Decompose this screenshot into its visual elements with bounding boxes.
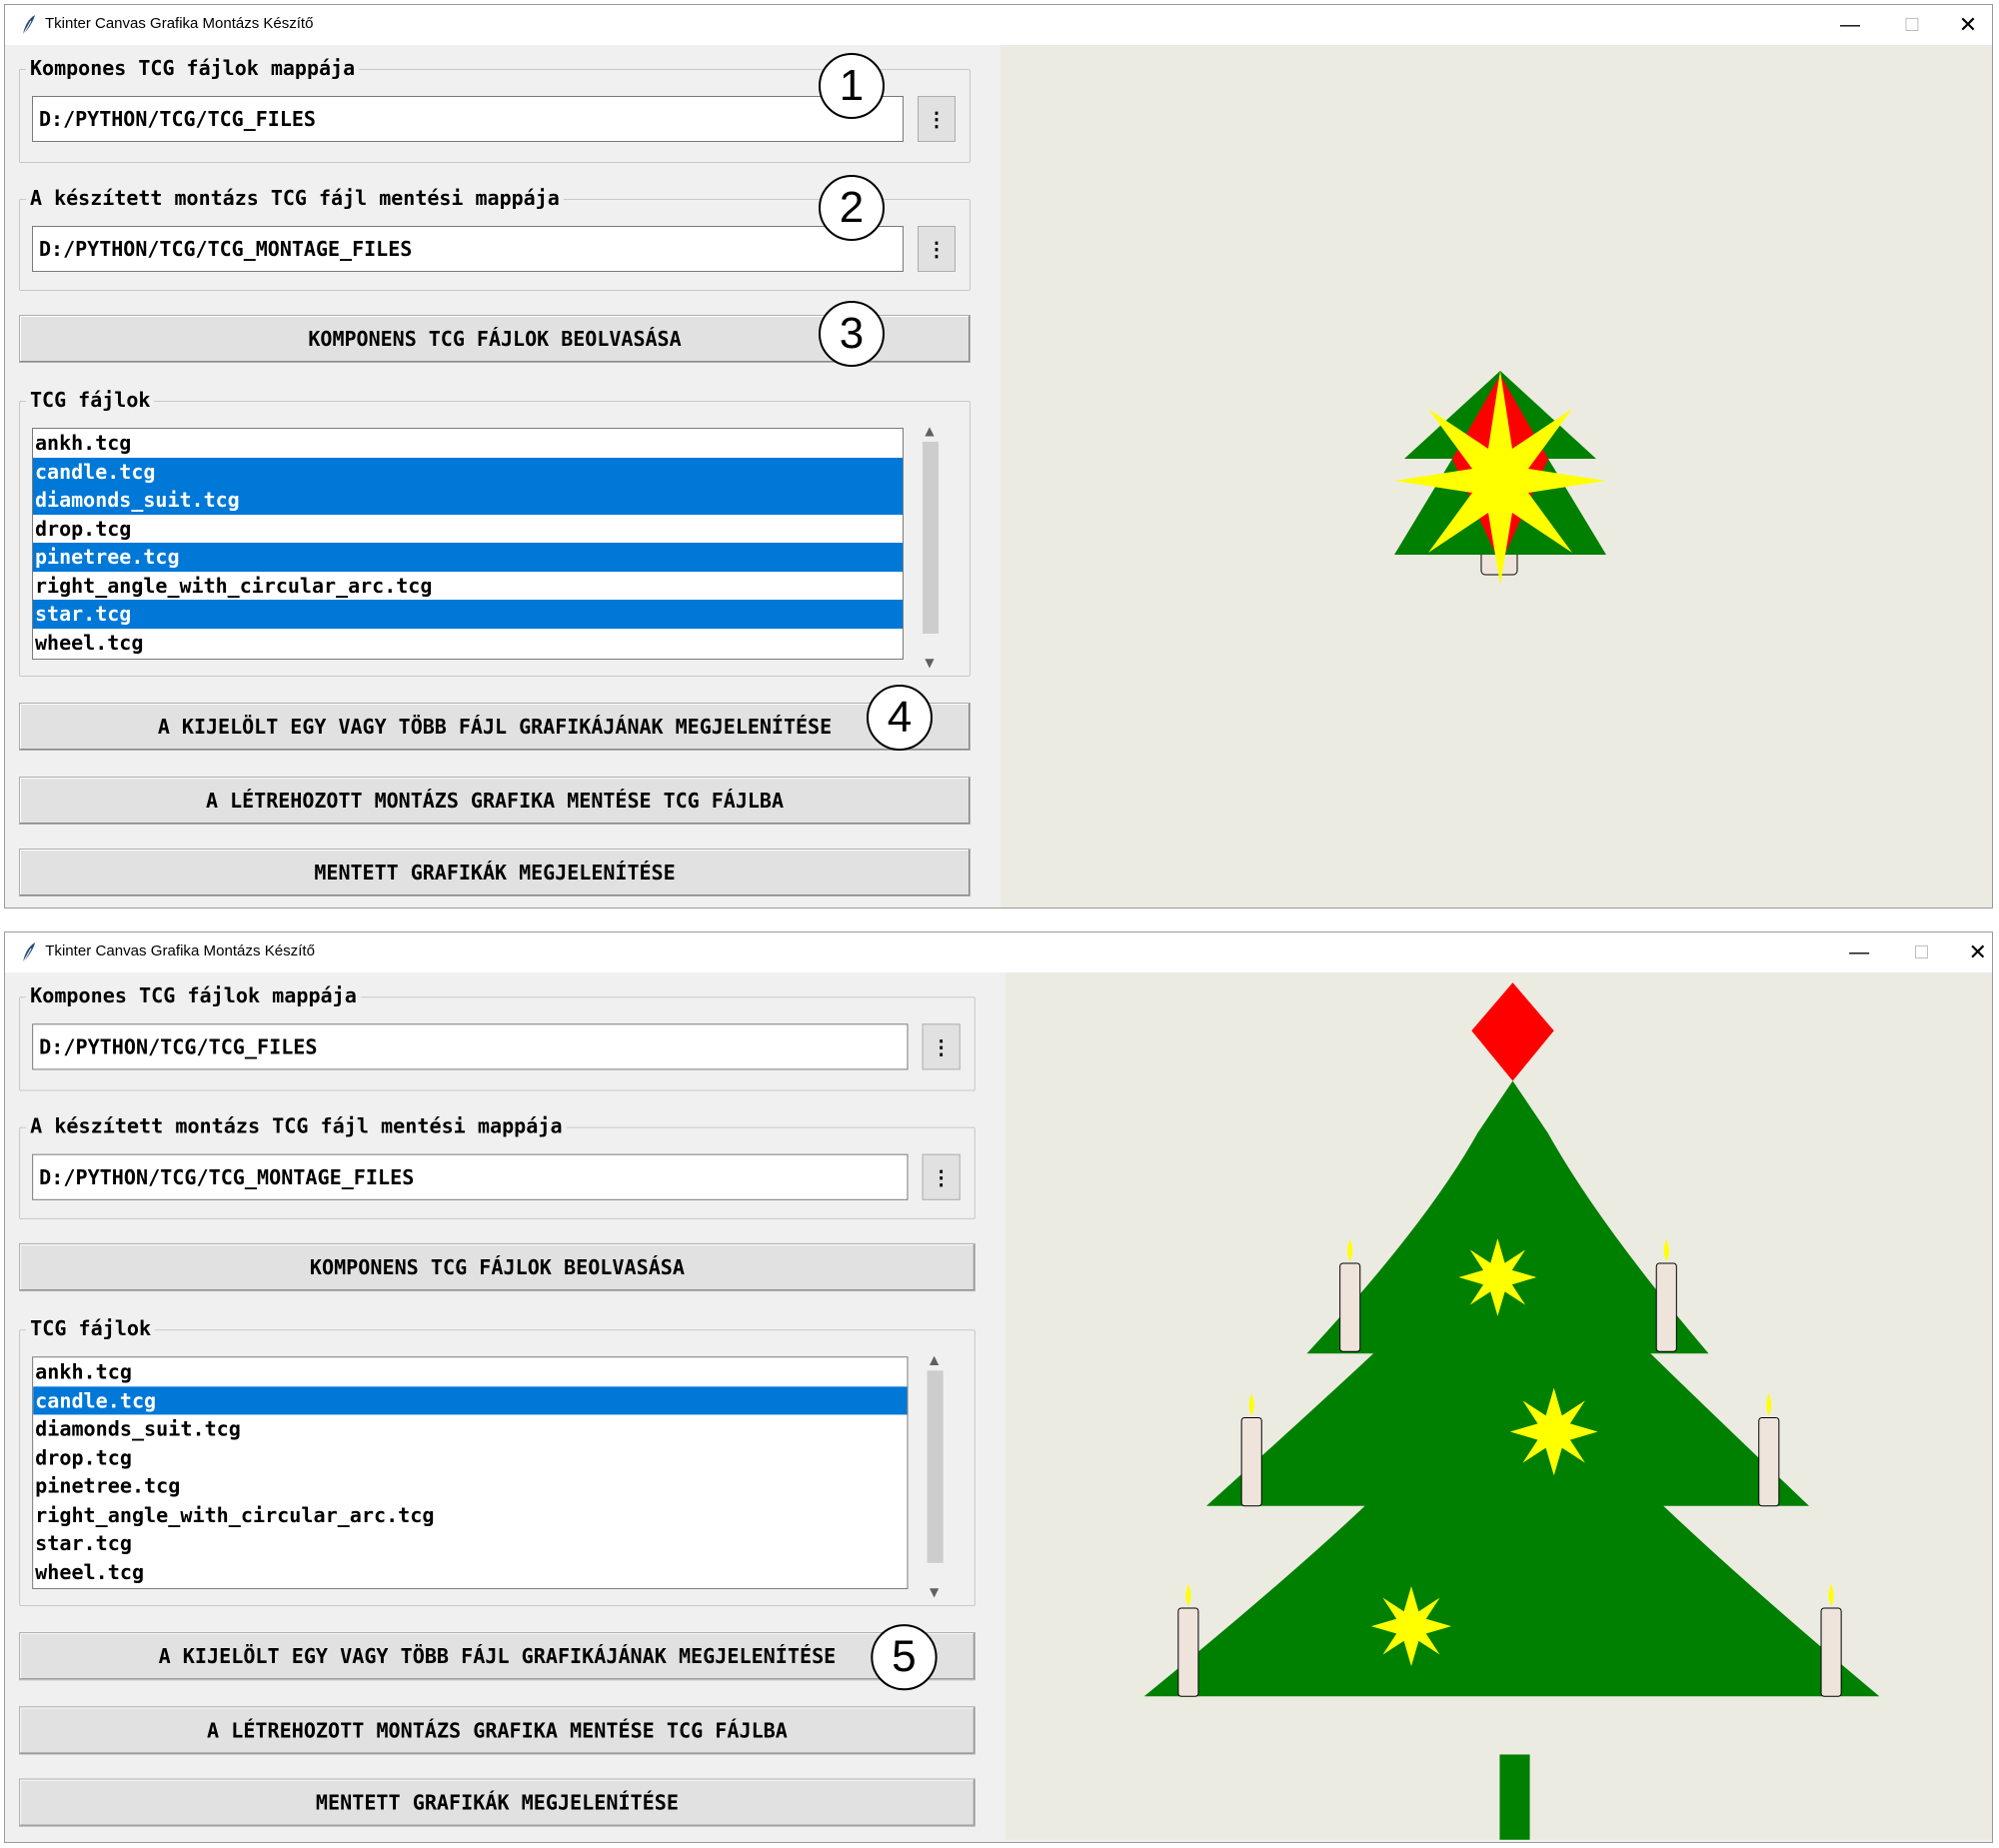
candle-shape <box>1820 1583 1842 1697</box>
browse-save-folder-button[interactable]: ⋮ <box>918 226 956 272</box>
tree-trunk <box>1499 1754 1530 1840</box>
file-listbox[interactable]: ankh.tcg candle.tcg diamonds_suit.tcg dr… <box>32 428 904 660</box>
show-selected-button[interactable]: A KIJELÖLT EGY VAGY TÖBB FÁJL GRAFIKÁJÁN… <box>19 703 971 751</box>
show-saved-button[interactable]: MENTETT GRAFIKÁK MEGJELENÍTÉSE <box>19 1778 976 1827</box>
list-scrollbar[interactable]: ▲ ▼ <box>925 1350 945 1601</box>
list-item[interactable]: star.tcg <box>33 1529 907 1558</box>
diamond-shape <box>1471 982 1554 1081</box>
show-saved-button[interactable]: MENTETT GRAFIKÁK MEGJELENÍTÉSE <box>19 849 971 897</box>
star-shape <box>1370 1586 1452 1667</box>
callout-5: 5 <box>871 1624 938 1691</box>
list-item[interactable]: right_angle_with_circular_arc.tcg <box>33 572 903 601</box>
callout-3: 3 <box>819 301 885 367</box>
component-folder-label: Kompones TCG fájlok mappája <box>26 56 360 80</box>
save-folder-frame: A készített montázs TCG fájl mentési map… <box>19 1113 976 1219</box>
list-scrollbar[interactable]: ▲ ▼ <box>920 422 940 672</box>
browse-save-folder-button[interactable]: ⋮ <box>922 1153 961 1200</box>
feather-icon <box>22 15 35 36</box>
chevron-up-icon[interactable]: ▲ <box>920 422 940 440</box>
list-item[interactable]: diamonds_suit.tcg <box>33 1414 907 1443</box>
list-item[interactable]: candle.tcg <box>33 457 903 486</box>
title-bar: Tkinter Canvas Grafika Montázs Készítő —… <box>5 5 1992 45</box>
close-button[interactable]: ✕ <box>1950 932 1992 972</box>
show-selected-button[interactable]: A KIJELÖLT EGY VAGY TÖBB FÁJL GRAFIKÁJÁN… <box>19 1632 976 1681</box>
component-folder-input[interactable]: D:/PYTHON/TCG/TCG_FILES <box>32 1023 909 1070</box>
save-folder-input[interactable]: D:/PYTHON/TCG/TCG_MONTAGE_FILES <box>32 226 904 272</box>
window-title: Tkinter Canvas Grafika Montázs Készítő <box>45 15 314 32</box>
candle-shape <box>1655 1238 1677 1352</box>
file-list-frame: TCG fájlok ankh.tcg candle.tcg diamonds_… <box>19 388 971 677</box>
chevron-up-icon[interactable]: ▲ <box>925 1350 945 1368</box>
list-item[interactable]: wheel.tcg <box>33 1557 907 1586</box>
callout-4: 4 <box>867 685 933 751</box>
browse-component-folder-button[interactable]: ⋮ <box>918 96 956 142</box>
montage-graphic <box>1143 982 1880 1840</box>
file-list-label: TCG fájlok <box>26 1316 156 1341</box>
close-button[interactable]: ✕ <box>1940 5 1992 45</box>
callout-1: 1 <box>819 53 885 119</box>
graphics-canvas[interactable] <box>1000 45 1992 908</box>
candle-shape <box>1177 1583 1199 1697</box>
star-shape <box>1458 1238 1537 1316</box>
list-item[interactable]: pinetree.tcg <box>33 1472 907 1501</box>
callout-2: 2 <box>819 175 885 241</box>
save-folder-label: A készített montázs TCG fájl mentési map… <box>26 186 564 210</box>
chevron-down-icon[interactable]: ▼ <box>920 654 940 672</box>
list-item[interactable]: star.tcg <box>33 600 903 629</box>
vertical-dots-icon: ⋮ <box>931 1034 952 1059</box>
file-list-frame: TCG fájlok ankh.tcg candle.tcg diamonds_… <box>19 1316 976 1607</box>
save-folder-label: A készített montázs TCG fájl mentési map… <box>26 1113 567 1138</box>
component-folder-frame: Kompones TCG fájlok mappája D:/PYTHON/TC… <box>19 983 976 1091</box>
app-window-1: Tkinter Canvas Grafika Montázs Készítő —… <box>4 4 1993 909</box>
save-montage-button[interactable]: A LÉTREHOZOTT MONTÁZS GRAFIKA MENTÉSE TC… <box>19 777 971 825</box>
maximize-button[interactable]: ☐ <box>1893 932 1949 972</box>
list-item[interactable]: ankh.tcg <box>33 429 903 458</box>
window-title: Tkinter Canvas Grafika Montázs Készítő <box>45 942 315 960</box>
save-folder-input[interactable]: D:/PYTHON/TCG/TCG_MONTAGE_FILES <box>32 1153 909 1200</box>
star-shape <box>1509 1387 1598 1476</box>
list-item[interactable]: right_angle_with_circular_arc.tcg <box>33 1500 907 1529</box>
maximize-button[interactable]: ☐ <box>1884 5 1940 45</box>
vertical-dots-icon: ⋮ <box>927 237 947 261</box>
candle-shape <box>1240 1393 1262 1507</box>
candle-shape <box>1339 1238 1361 1352</box>
minimize-button[interactable]: — <box>1831 932 1887 972</box>
list-item[interactable]: drop.tcg <box>33 515 903 544</box>
component-folder-label: Kompones TCG fájlok mappája <box>26 983 361 1008</box>
vertical-dots-icon: ⋮ <box>931 1164 952 1189</box>
candle-shape <box>1758 1393 1780 1507</box>
list-item[interactable]: diamonds_suit.tcg <box>33 486 903 515</box>
vertical-dots-icon: ⋮ <box>927 107 947 131</box>
list-item[interactable]: wheel.tcg <box>33 629 903 658</box>
file-list-label: TCG fájlok <box>26 388 155 412</box>
file-listbox[interactable]: ankh.tcg candle.tcg diamonds_suit.tcg dr… <box>32 1356 909 1589</box>
load-files-button[interactable]: KOMPONENS TCG FÁJLOK BEOLVASÁSA <box>19 1242 976 1292</box>
graphics-canvas[interactable] <box>1004 972 1992 1840</box>
feather-icon <box>22 942 36 963</box>
overlay-graphic <box>1394 371 1606 585</box>
component-folder-input[interactable]: D:/PYTHON/TCG/TCG_FILES <box>32 96 904 142</box>
scrollbar-thumb[interactable] <box>923 442 939 634</box>
browse-component-folder-button[interactable]: ⋮ <box>922 1023 961 1070</box>
chevron-down-icon[interactable]: ▼ <box>925 1583 945 1601</box>
list-item[interactable]: pinetree.tcg <box>33 543 903 572</box>
app-window-2: Tkinter Canvas Grafika Montázs Készítő —… <box>4 931 1993 1843</box>
list-item[interactable]: ankh.tcg <box>33 1357 907 1386</box>
title-bar: Tkinter Canvas Grafika Montázs Készítő —… <box>5 932 1992 973</box>
scrollbar-thumb[interactable] <box>927 1370 944 1563</box>
list-item[interactable]: drop.tcg <box>33 1443 907 1472</box>
minimize-button[interactable]: — <box>1822 5 1878 45</box>
save-montage-button[interactable]: A LÉTREHOZOTT MONTÁZS GRAFIKA MENTÉSE TC… <box>19 1706 976 1755</box>
list-item[interactable]: candle.tcg <box>33 1385 908 1415</box>
tree-tier-top <box>1306 1080 1709 1354</box>
